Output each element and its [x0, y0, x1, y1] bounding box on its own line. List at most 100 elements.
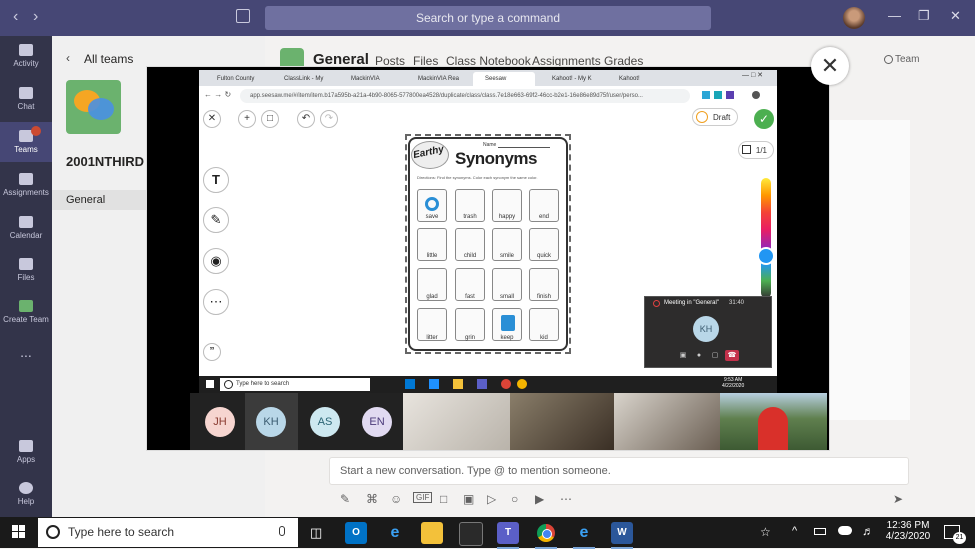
participant-video[interactable]	[510, 393, 614, 450]
gif-icon[interactable]: GIF	[413, 492, 433, 503]
browser-tab[interactable]: MackinVIA	[339, 72, 401, 86]
minimize-icon[interactable]: —	[888, 8, 901, 23]
browser-tab[interactable]: ClassLink - My	[272, 72, 334, 86]
text-tool-icon[interactable]: T	[203, 167, 229, 193]
stream-icon[interactable]: ▷	[487, 492, 496, 506]
share-icon[interactable]: ▢	[708, 350, 722, 361]
volume-icon[interactable]: ♬	[862, 524, 874, 538]
browser-window-controls[interactable]: — □ ✕	[742, 71, 763, 79]
record-icon	[653, 300, 660, 307]
hang-up-icon[interactable]: ☎	[725, 350, 739, 361]
zoom-in-icon[interactable]: +	[238, 110, 256, 128]
color-picker-slider[interactable]	[761, 178, 771, 298]
edge-icon[interactable]: e	[573, 522, 595, 549]
task-view-icon[interactable]: ◫	[310, 525, 322, 541]
pen-tool-icon[interactable]: ✎	[203, 207, 229, 233]
participant-video[interactable]	[720, 393, 827, 450]
command-search-input[interactable]: Search or type a command	[265, 6, 711, 30]
chrome-icon[interactable]	[535, 522, 557, 549]
start-icon[interactable]	[206, 380, 214, 388]
chevron-up-icon[interactable]: ^	[792, 525, 797, 537]
url-field[interactable]: app.seesaw.me/#/item/item.b17a595b-a21a-…	[240, 89, 690, 103]
rail-files[interactable]: Files	[0, 258, 52, 282]
people-icon[interactable]: ☆	[760, 525, 771, 539]
rail-activity[interactable]: Activity	[0, 44, 52, 68]
back-arrow-icon[interactable]: ‹	[13, 8, 18, 26]
redo-icon[interactable]: ↷	[320, 110, 338, 128]
compose-message-input[interactable]: Start a new conversation. Type @ to ment…	[329, 457, 909, 485]
rail-calendar[interactable]: Calendar	[0, 216, 52, 240]
word-label: grin	[464, 335, 475, 341]
more-tools-icon[interactable]: ⋯	[203, 289, 229, 315]
microphone-icon[interactable]	[279, 526, 285, 536]
browser-tab[interactable]: Fulton County	[205, 72, 267, 86]
meet-now-icon[interactable]: ▣	[463, 492, 474, 506]
word-label: fast	[465, 294, 475, 300]
video-clip-icon[interactable]: ▶	[535, 492, 544, 506]
check-icon[interactable]: ✓	[754, 109, 774, 129]
shared-taskbar-apps[interactable]	[405, 379, 527, 390]
rail-more[interactable]: ...	[0, 344, 52, 360]
rail-assignments[interactable]: Assignments	[0, 173, 52, 197]
browser-extension-icons[interactable]	[702, 91, 772, 100]
format-icon[interactable]: ✎	[340, 492, 350, 506]
outlook-icon[interactable]: O	[345, 522, 367, 544]
attach-icon[interactable]: ⌘	[366, 492, 378, 506]
edge-legacy-icon[interactable]: e	[384, 522, 406, 544]
close-icon[interactable]: ✕	[203, 110, 221, 128]
rail-help[interactable]: Help	[0, 482, 52, 506]
rail-create-team[interactable]: Create Team	[0, 300, 52, 324]
file-explorer-icon[interactable]	[421, 522, 443, 544]
windows-start-icon[interactable]	[12, 525, 26, 539]
participant-avatar: EN	[362, 407, 392, 437]
teams-taskbar-icon[interactable]: T	[497, 522, 519, 549]
pages-icon	[742, 145, 751, 154]
mini-meeting-time: 31:40	[729, 300, 745, 306]
participant-video[interactable]	[614, 393, 720, 450]
back-chevron-icon[interactable]: ‹	[66, 51, 70, 65]
browser-tab[interactable]: MackinVIA Rea	[406, 72, 468, 86]
word-label: finish	[536, 294, 551, 300]
browser-nav-icons[interactable]: ← → ↻	[204, 90, 231, 99]
color-picker-handle[interactable]	[757, 247, 775, 265]
word-label: quick	[536, 253, 551, 259]
restore-icon[interactable]: ❐	[918, 8, 930, 24]
quote-icon[interactable]: ”	[203, 343, 221, 361]
sticker-icon[interactable]: □	[440, 492, 447, 506]
browser-tab[interactable]: Kahoot!	[607, 72, 657, 86]
undo-icon[interactable]: ↶	[297, 110, 315, 128]
new-chat-icon[interactable]	[236, 9, 250, 23]
mic-icon[interactable]: ●	[692, 350, 706, 361]
word-icon[interactable]: W	[611, 522, 633, 549]
rail-chat[interactable]: Chat	[0, 87, 52, 111]
participant-avatar: KH	[256, 407, 286, 437]
all-teams-link[interactable]: All teams	[84, 52, 133, 66]
browser-tab-active[interactable]: Seesaw	[473, 72, 535, 86]
participant-video[interactable]	[403, 393, 510, 450]
store-icon[interactable]	[459, 522, 483, 546]
close-window-icon[interactable]: ✕	[950, 8, 961, 24]
more-options-icon[interactable]: ⋯	[560, 492, 572, 506]
browser-tab[interactable]: Kahoot! - My K	[540, 72, 602, 86]
rail-apps[interactable]: Apps	[0, 440, 52, 464]
taskbar-clock[interactable]: 12:36 PM 4/23/2020	[884, 520, 932, 542]
battery-icon[interactable]	[814, 528, 826, 535]
onedrive-icon[interactable]	[838, 526, 852, 535]
participant-avatar: AS	[310, 407, 340, 437]
video-icon[interactable]: ▣	[676, 350, 690, 361]
teams-notification-badge	[31, 126, 41, 136]
profile-avatar[interactable]	[843, 7, 865, 29]
shared-search-box[interactable]: Type here to search	[220, 378, 370, 391]
draft-button[interactable]: Draft	[692, 108, 738, 126]
team-button[interactable]: Team	[895, 54, 919, 65]
rail-teams[interactable]: Teams	[0, 122, 52, 162]
send-icon[interactable]: ➤	[893, 492, 903, 506]
camera-tool-icon[interactable]: ◉	[203, 248, 229, 274]
forward-arrow-icon[interactable]: ›	[33, 8, 38, 26]
word-label: smile	[499, 253, 514, 259]
windows-search-box[interactable]: Type here to search	[38, 518, 298, 547]
praise-icon[interactable]: ○	[511, 492, 518, 506]
fit-screen-icon[interactable]: □	[261, 110, 279, 128]
emoji-icon[interactable]: ☺	[390, 492, 402, 506]
close-icon[interactable]: ✕	[811, 47, 849, 85]
